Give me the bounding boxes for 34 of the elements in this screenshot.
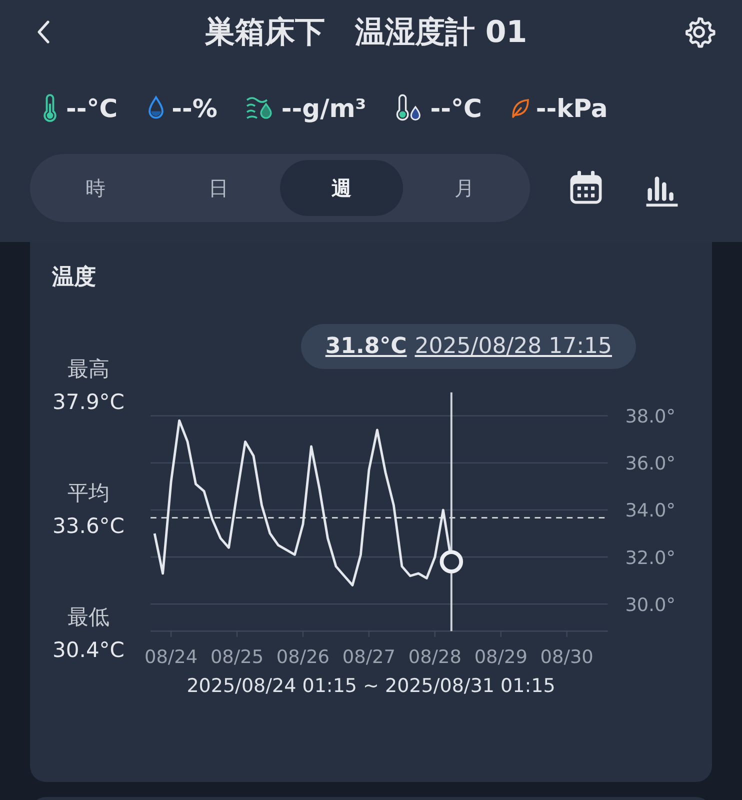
- card-title: 温度: [52, 264, 96, 292]
- back-icon[interactable]: [36, 20, 50, 44]
- period-tab[interactable]: 月: [403, 160, 526, 216]
- tooltip-time: 2025/08/28 17:15: [414, 334, 612, 359]
- x-tick-label: 08/30: [540, 647, 594, 668]
- x-tick-label: 08/27: [342, 647, 396, 668]
- cursor-marker[interactable]: [440, 550, 464, 574]
- x-tick-label: 08/24: [144, 647, 198, 668]
- reading-value: --kPa: [536, 94, 608, 122]
- y-tick-label: 32.0°: [625, 548, 676, 569]
- stat-label: 最低: [68, 604, 110, 631]
- x-tick-label: 08/26: [276, 647, 330, 668]
- period-tab[interactable]: 週: [280, 160, 403, 216]
- date-range: 2025/08/24 01:15 ~ 2025/08/31 01:15: [186, 675, 556, 697]
- x-tick-label: 08/28: [408, 647, 462, 668]
- tooltip-value: 31.8°C: [325, 334, 407, 359]
- stat-label: 平均: [68, 480, 110, 507]
- y-tick-label: 38.0°: [625, 406, 676, 428]
- stat-label: 最高: [68, 356, 110, 383]
- stat-value: 30.4°C: [52, 637, 124, 664]
- stat-value: 33.6°C: [52, 513, 124, 540]
- period-tab[interactable]: 日: [157, 160, 280, 216]
- reading-value: --°C: [430, 94, 482, 122]
- reading-value: --%: [172, 94, 218, 122]
- window-title: 巣箱床下 温湿度計 01: [204, 14, 528, 52]
- y-tick-label: 36.0°: [625, 454, 676, 475]
- x-tick-label: 08/25: [210, 647, 264, 668]
- y-tick-label: 30.0°: [625, 594, 676, 616]
- reading-value: --g/m³: [281, 94, 366, 122]
- reading-value: --°C: [66, 94, 118, 122]
- period-tab[interactable]: 時: [34, 160, 157, 216]
- x-tick-label: 08/29: [474, 647, 528, 668]
- stat-value: 37.9°C: [52, 389, 124, 416]
- y-tick-label: 34.0°: [625, 500, 676, 522]
